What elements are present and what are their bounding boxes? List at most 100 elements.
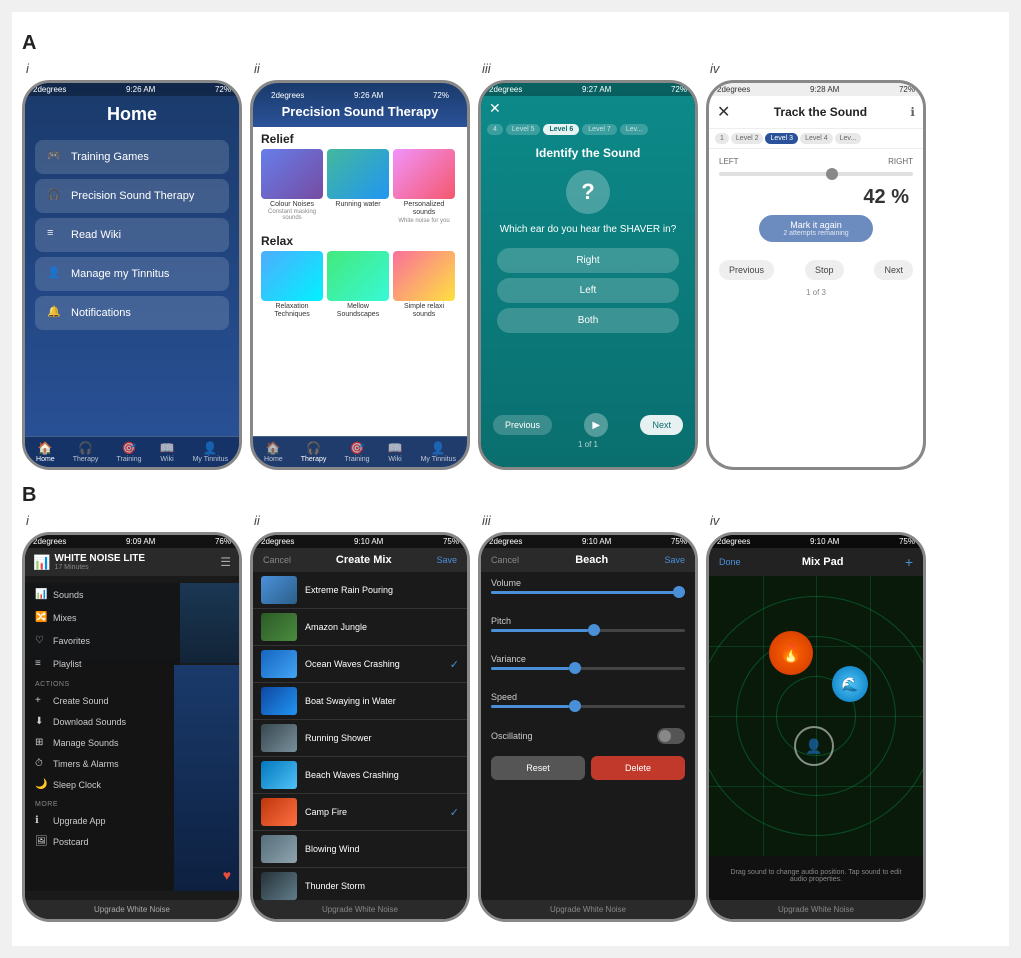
nav2-wiki[interactable]: 📖 Wiki bbox=[388, 441, 403, 463]
action-create-sound[interactable]: + Create Sound bbox=[25, 690, 180, 711]
person-sound-node[interactable]: 👤 bbox=[794, 726, 834, 766]
relax-grid: Relaxation Techniques Mellow Soundscapes… bbox=[253, 251, 467, 325]
volume-thumb[interactable] bbox=[673, 586, 685, 598]
pitch-slider[interactable] bbox=[491, 629, 685, 632]
mix-item-4[interactable]: Running Shower bbox=[253, 720, 467, 757]
variance-slider[interactable] bbox=[491, 667, 685, 670]
nav-home[interactable]: 🏠 Home bbox=[36, 441, 55, 463]
stop-button[interactable]: Stop bbox=[805, 260, 844, 280]
fire-sound-node[interactable]: 🔥 bbox=[769, 631, 813, 675]
sound-card-colour[interactable]: Colour Noises Constant masking sounds bbox=[261, 149, 323, 224]
nav-sounds[interactable]: 📊 Sounds bbox=[25, 583, 180, 606]
track-level-more[interactable]: Lev... bbox=[835, 133, 862, 144]
play-button-a3[interactable]: ▶ bbox=[584, 413, 608, 437]
nav-training[interactable]: 🎯 Training bbox=[116, 441, 141, 463]
speed-thumb[interactable] bbox=[569, 700, 581, 712]
ident-header: ✕ bbox=[481, 96, 695, 121]
action-download-sounds[interactable]: ⬇ Download Sounds bbox=[25, 711, 180, 732]
prev-button-a3[interactable]: Previous bbox=[493, 415, 552, 435]
wn-footer[interactable]: Upgrade White Noise bbox=[25, 900, 239, 919]
level-more-pill[interactable]: Lev... bbox=[620, 124, 649, 135]
mix-item-3[interactable]: Boat Swaying in Water bbox=[253, 683, 467, 720]
sound-card-personalized[interactable]: Personalized sounds White noise for you bbox=[393, 149, 455, 224]
personalized-sub: White noise for you bbox=[393, 218, 455, 224]
answer-left[interactable]: Left bbox=[497, 278, 679, 303]
close-button[interactable]: ✕ bbox=[489, 100, 501, 117]
therapy-icon: 🎧 bbox=[47, 188, 63, 204]
menu-item-wiki[interactable]: ≡ Read Wiki bbox=[35, 218, 229, 252]
wn-logo-icon: 📊 bbox=[33, 554, 50, 571]
menu-item-tinnitus[interactable]: 👤 Manage my Tinnitus bbox=[35, 257, 229, 291]
phone-a3: 2degrees 9:27 AM 72% ✕ 4 Level 5 Level 6… bbox=[478, 80, 698, 470]
action-sleep-clock[interactable]: 🌙 Sleep Clock bbox=[25, 774, 180, 795]
nav2-home[interactable]: 🏠 Home bbox=[264, 441, 283, 463]
beach-footer[interactable]: Upgrade White Noise bbox=[481, 900, 695, 919]
track-level-4[interactable]: Level 4 bbox=[800, 133, 833, 144]
sound-card-water[interactable]: Running water bbox=[327, 149, 389, 224]
mark-again-button[interactable]: Mark it again 2 attempts remaining bbox=[759, 215, 873, 242]
bottom-nav-a1: 🏠 Home 🎧 Therapy 🎯 Training bbox=[25, 436, 239, 467]
menu-item-therapy[interactable]: 🎧 Precision Sound Therapy bbox=[35, 179, 229, 213]
level-5-pill[interactable]: Level 5 bbox=[506, 124, 541, 135]
oscillating-toggle[interactable] bbox=[657, 728, 685, 744]
save-button-b3[interactable]: Save bbox=[664, 555, 685, 565]
cancel-button-b2[interactable]: Cancel bbox=[263, 555, 291, 565]
next-button-a3[interactable]: Next bbox=[640, 415, 683, 435]
action-timers[interactable]: ⏱ Timers & Alarms bbox=[25, 753, 180, 774]
track-level-1[interactable]: 1 bbox=[715, 133, 729, 144]
sound-card-mellow[interactable]: Mellow Soundscapes bbox=[327, 251, 389, 320]
answer-both[interactable]: Both bbox=[497, 308, 679, 333]
sound-card-relax-tech[interactable]: Relaxation Techniques bbox=[261, 251, 323, 320]
mix-item-2[interactable]: Ocean Waves Crashing ✓ bbox=[253, 646, 467, 683]
answer-right[interactable]: Right bbox=[497, 248, 679, 273]
variance-thumb[interactable] bbox=[569, 662, 581, 674]
nav-playlist[interactable]: ≡ Playlist bbox=[25, 652, 180, 675]
nav2-tinnitus[interactable]: 👤 My Tinnitus bbox=[421, 441, 456, 463]
mix-item-6[interactable]: Camp Fire ✓ bbox=[253, 794, 467, 831]
delete-button[interactable]: Delete bbox=[591, 756, 685, 780]
level-7-pill[interactable]: Level 7 bbox=[582, 124, 617, 135]
pitch-thumb[interactable] bbox=[588, 624, 600, 636]
beach-sound-node[interactable]: 🌊 bbox=[832, 666, 868, 702]
menu-item-notifications[interactable]: 🔔 Notifications bbox=[35, 296, 229, 330]
nav-mixes[interactable]: 🔀 Mixes bbox=[25, 606, 180, 629]
mix-footer[interactable]: Upgrade White Noise bbox=[253, 900, 467, 919]
next-button-a4[interactable]: Next bbox=[874, 260, 913, 280]
reset-button[interactable]: Reset bbox=[491, 756, 585, 780]
mix-item-0[interactable]: Extreme Rain Pouring bbox=[253, 572, 467, 609]
nav-wiki[interactable]: 📖 Wiki bbox=[160, 441, 175, 463]
save-button-b2[interactable]: Save bbox=[436, 555, 457, 565]
menu-item-training[interactable]: 🎮 Training Games bbox=[35, 140, 229, 174]
mix-item-1[interactable]: Amazon Jungle bbox=[253, 609, 467, 646]
mix-item-5[interactable]: Beach Waves Crashing bbox=[253, 757, 467, 794]
action-postcard[interactable]: 🖼 Postcard bbox=[25, 831, 180, 852]
action-upgrade[interactable]: ℹ Upgrade App bbox=[25, 810, 180, 831]
hamburger-icon[interactable]: ☰ bbox=[220, 555, 231, 569]
close-button-a4[interactable]: ✕ bbox=[717, 102, 730, 122]
done-button[interactable]: Done bbox=[719, 557, 741, 567]
nav2-training[interactable]: 🎯 Training bbox=[344, 441, 369, 463]
nav2-therapy[interactable]: 🎧 Therapy bbox=[301, 441, 327, 463]
level-4-pill[interactable]: 4 bbox=[487, 124, 503, 135]
level-6-pill[interactable]: Level 6 bbox=[543, 124, 579, 135]
nav-therapy[interactable]: 🎧 Therapy bbox=[73, 441, 99, 463]
action-manage-sounds[interactable]: ⊞ Manage Sounds bbox=[25, 732, 180, 753]
lr-slider[interactable] bbox=[719, 172, 913, 176]
track-level-3[interactable]: Level 3 bbox=[765, 133, 798, 144]
volume-slider[interactable] bbox=[491, 591, 685, 594]
sleep-clock-icon: 🌙 bbox=[35, 779, 47, 790]
track-level-2[interactable]: Level 2 bbox=[731, 133, 764, 144]
lr-slider-thumb[interactable] bbox=[826, 168, 838, 180]
mellow-img bbox=[327, 251, 389, 301]
prev-button-a4[interactable]: Previous bbox=[719, 260, 774, 280]
extreme-rain-img bbox=[261, 576, 297, 604]
speed-slider[interactable] bbox=[491, 705, 685, 708]
nav-mytinnitus[interactable]: 👤 My Tinnitus bbox=[193, 441, 228, 463]
sound-card-simple-relax[interactable]: Simple relaxi sounds bbox=[393, 251, 455, 320]
mixpad-footer[interactable]: Upgrade White Noise bbox=[709, 900, 923, 919]
add-button[interactable]: + bbox=[905, 554, 913, 570]
nav-favorites[interactable]: ♡ Favorites bbox=[25, 629, 180, 652]
cancel-button-b3[interactable]: Cancel bbox=[491, 555, 519, 565]
wiki-nav-icon: 📖 bbox=[160, 441, 175, 455]
mix-item-7[interactable]: Blowing Wind bbox=[253, 831, 467, 868]
